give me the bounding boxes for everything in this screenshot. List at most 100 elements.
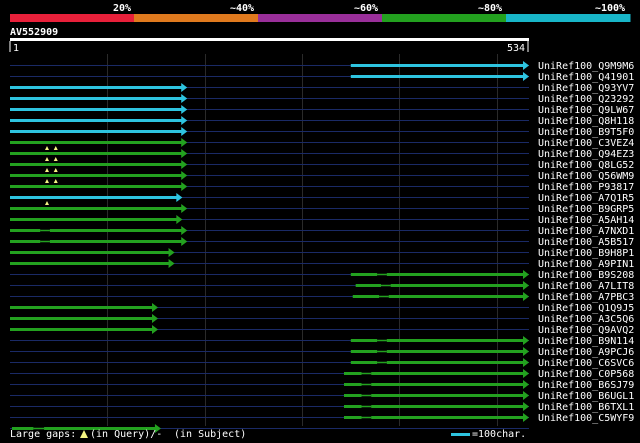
hit-label[interactable]: UniRef100_Q1Q9J5	[538, 303, 634, 314]
hit-arrow-icon	[181, 116, 188, 125]
hit-label[interactable]: UniRef100_A9PIN1	[538, 259, 634, 270]
hit-row[interactable]: UniRef100_Q1Q9J5	[10, 303, 634, 314]
hit-row[interactable]: UniRef100_A5AH14	[10, 215, 634, 226]
hit-row[interactable]: UniRef100_A5B517	[10, 237, 634, 248]
hit-label[interactable]: UniRef100_B9H8P1	[538, 248, 634, 259]
query-gap-marker-icon	[45, 146, 50, 150]
hit-label[interactable]: UniRef100_B6TXL1	[538, 402, 634, 413]
hit-label[interactable]: UniRef100_A5B517	[538, 237, 634, 248]
hit-arrow-icon	[152, 303, 159, 312]
hit-label[interactable]: UniRef100_Q8H118	[538, 116, 634, 127]
hit-row[interactable]: UniRef100_Q8H118	[10, 116, 634, 127]
hit-arrow-icon	[181, 171, 188, 180]
hit-label[interactable]: UniRef100_A5AH14	[538, 215, 634, 226]
hit-label[interactable]: UniRef100_Q9LW67	[538, 105, 634, 116]
hit-arrow-icon	[181, 94, 188, 103]
hit-row[interactable]: UniRef100_Q8LG52	[10, 157, 634, 171]
hit-label[interactable]: UniRef100_B9T5F0	[538, 127, 634, 138]
legend-gaps-label: Large gaps:	[10, 429, 76, 440]
hit-arrow-icon	[181, 149, 188, 158]
query-gap-marker-icon	[53, 168, 58, 172]
hit-arrow-icon	[523, 61, 529, 70]
hit-label[interactable]: UniRef100_B9GRP5	[538, 204, 634, 215]
hit-row[interactable]: UniRef100_A7NXD1	[10, 226, 634, 237]
hit-row[interactable]: UniRef100_B9H8P1	[10, 248, 634, 259]
hit-label[interactable]: UniRef100_A7NXD1	[538, 226, 634, 237]
hit-bar	[10, 108, 183, 111]
hit-label[interactable]: UniRef100_A7Q1R5	[538, 193, 634, 204]
hit-row[interactable]: UniRef100_B9S208	[10, 270, 634, 281]
hit-bar	[352, 295, 524, 298]
hit-bar	[10, 97, 183, 100]
hit-label[interactable]: UniRef100_Q9AVQ2	[538, 325, 634, 336]
hit-row[interactable]: UniRef100_C0P568	[10, 369, 634, 380]
hit-row[interactable]: UniRef100_C6SVC6	[10, 358, 634, 369]
hit-row[interactable]: UniRef100_B9GRP5	[10, 201, 634, 215]
hit-row[interactable]: UniRef100_B9N114	[10, 336, 634, 347]
hit-row[interactable]: UniRef100_A7PBC3	[10, 292, 634, 303]
hit-bar	[10, 130, 183, 133]
scale-band	[506, 14, 631, 22]
hit-row[interactable]: UniRef100_Q23292	[10, 94, 634, 105]
hit-label[interactable]: UniRef100_Q41901	[538, 72, 634, 83]
hit-row[interactable]: UniRef100_A3C5Q6	[10, 314, 634, 325]
hit-label[interactable]: UniRef100_A7LIT8	[538, 281, 634, 292]
query-id: AV552909	[10, 27, 58, 38]
hit-arrow-icon	[523, 72, 529, 81]
hit-row[interactable]	[10, 424, 529, 433]
hit-arrow-icon	[176, 215, 183, 224]
hit-row[interactable]: UniRef100_C5WYF9	[10, 413, 634, 424]
hit-bar	[350, 273, 524, 276]
hit-row[interactable]: UniRef100_B6SJ79	[10, 380, 634, 391]
hit-label[interactable]: UniRef100_Q23292	[538, 94, 634, 105]
hit-row[interactable]: UniRef100_C3VEZ4	[10, 138, 634, 149]
hit-label[interactable]: UniRef100_Q94EZ3	[538, 149, 634, 160]
hit-row[interactable]: UniRef100_P93817	[10, 179, 634, 193]
hit-arrow-icon	[523, 413, 529, 422]
hit-row[interactable]: UniRef100_Q41901	[10, 72, 634, 83]
scale-sample-bar	[451, 433, 470, 436]
hit-bar	[10, 152, 183, 155]
hit-label[interactable]: UniRef100_Q56WM9	[538, 171, 634, 182]
hit-label[interactable]: UniRef100_Q93YV7	[538, 83, 634, 94]
hit-label[interactable]: UniRef100_C0P568	[538, 369, 634, 380]
hit-row[interactable]: UniRef100_Q9M9M6	[10, 61, 634, 72]
hit-label[interactable]: UniRef100_B6SJ79	[538, 380, 634, 391]
hit-label[interactable]: UniRef100_C5WYF9	[538, 413, 634, 424]
scale-band	[134, 14, 259, 22]
hit-row[interactable]: UniRef100_Q9LW67	[10, 105, 634, 116]
hit-label[interactable]: UniRef100_Q9M9M6	[538, 61, 634, 72]
hit-arrow-icon	[523, 358, 529, 367]
hit-row[interactable]: UniRef100_B6TXL1	[10, 402, 634, 413]
hit-arrow-icon	[523, 380, 529, 389]
hit-label[interactable]: UniRef100_B9N114	[538, 336, 634, 347]
hit-row[interactable]: UniRef100_A7Q1R5	[10, 193, 634, 204]
query-gap-marker-icon	[80, 430, 88, 438]
query-end-label: 534	[507, 43, 525, 54]
hit-label[interactable]: UniRef100_A7PBC3	[538, 292, 634, 303]
hit-label[interactable]: UniRef100_A3C5Q6	[538, 314, 634, 325]
hit-row[interactable]: UniRef100_Q9AVQ2	[10, 325, 634, 336]
hit-label[interactable]: UniRef100_Q8LG52	[538, 160, 634, 171]
hit-label[interactable]: UniRef100_B9S208	[538, 270, 634, 281]
hit-row[interactable]: UniRef100_A7LIT8	[10, 281, 634, 292]
hit-bar	[10, 86, 183, 89]
hit-row[interactable]: UniRef100_A9PCJ6	[10, 347, 634, 358]
hit-arrow-icon	[181, 105, 188, 114]
hit-label[interactable]: UniRef100_P93817	[538, 182, 634, 193]
hit-arrow-icon	[181, 138, 188, 147]
hit-bar	[10, 185, 183, 188]
hit-row[interactable]: UniRef100_B6UGL1	[10, 391, 634, 402]
hit-arrow-icon	[523, 369, 529, 378]
hit-label[interactable]: UniRef100_B6UGL1	[538, 391, 634, 402]
hit-row[interactable]: UniRef100_Q56WM9	[10, 168, 634, 182]
hit-label[interactable]: UniRef100_A9PCJ6	[538, 347, 634, 358]
hit-row[interactable]: UniRef100_A9PIN1	[10, 259, 634, 270]
hit-label[interactable]: UniRef100_C6SVC6	[538, 358, 634, 369]
hit-bar	[10, 196, 178, 199]
hit-row[interactable]: UniRef100_B9T5F0	[10, 127, 634, 138]
query-ruler	[10, 38, 529, 41]
hit-row[interactable]: UniRef100_Q94EZ3	[10, 146, 634, 160]
hit-row[interactable]: UniRef100_Q93YV7	[10, 83, 634, 94]
hit-label[interactable]: UniRef100_C3VEZ4	[538, 138, 634, 149]
